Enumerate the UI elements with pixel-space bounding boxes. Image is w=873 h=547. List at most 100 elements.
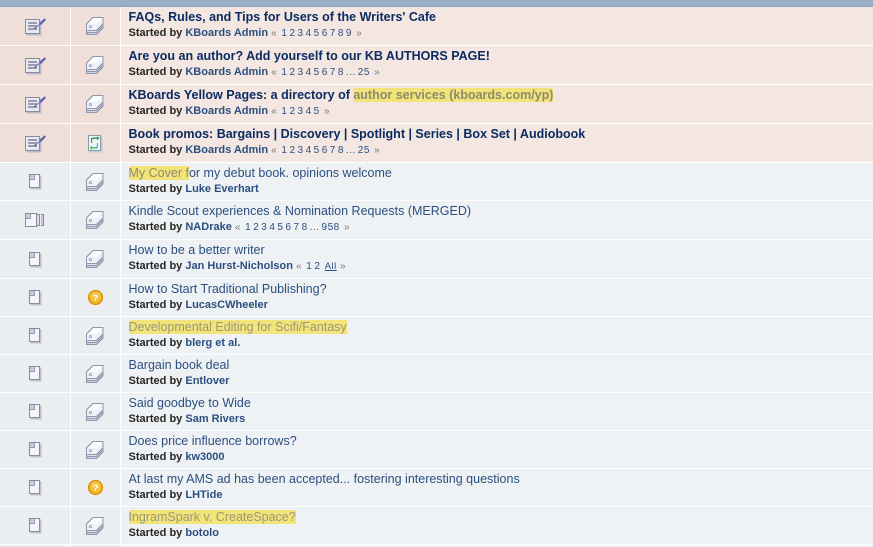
table-row[interactable]: Kindle Scout experiences & Nomination Re…: [0, 200, 873, 240]
pagination-page-link[interactable]: 5: [314, 145, 320, 156]
pagination-page-link[interactable]: 4: [306, 67, 312, 78]
pagination-page-link[interactable]: 8: [338, 28, 344, 39]
pagination-page-link[interactable]: 6: [322, 67, 328, 78]
topic-author-link[interactable]: kw3000: [185, 451, 224, 463]
page-icon: [27, 288, 43, 307]
pagination-page-link[interactable]: 9: [346, 28, 352, 39]
pagination-page-link[interactable]: 2: [289, 106, 295, 117]
topic-title-link[interactable]: Developmental Editing for Scifi/Fantasy: [128, 320, 347, 334]
pagination-page-link[interactable]: 6: [285, 222, 291, 233]
topic-title-link[interactable]: Are you an author? Add yourself to our K…: [129, 49, 490, 63]
pagination-page-link[interactable]: 1: [281, 145, 287, 156]
pagination-page-link[interactable]: 4: [306, 145, 312, 156]
topic-title-link[interactable]: Said goodbye to Wide: [129, 396, 251, 410]
table-row[interactable]: ? How to Start Traditional Publishing? Sta…: [0, 278, 873, 317]
pagination-page-link[interactable]: 1: [245, 222, 251, 233]
pagination-page-link[interactable]: 1: [281, 106, 287, 117]
pagination-page-link[interactable]: 2: [289, 67, 295, 78]
table-row[interactable]: How to be a better writer Started by Jan …: [0, 239, 873, 279]
topic-author-link[interactable]: Entlover: [185, 375, 229, 387]
table-row[interactable]: ? At last my AMS ad has been accepted... …: [0, 468, 873, 507]
topic-author-link[interactable]: Luke Everhart: [185, 183, 258, 195]
topic-started-line: Started by KBoards Admin « 12345 »: [129, 104, 873, 119]
pagination-page-link[interactable]: 7: [330, 67, 336, 78]
topic-list-page: FAQs, Rules, and Tips for Users of the W…: [0, 0, 873, 547]
pagination-page-link[interactable]: 8: [338, 67, 344, 78]
topic-title-link[interactable]: At last my AMS ad has been accepted... f…: [129, 472, 520, 486]
topic-title-link[interactable]: How to Start Traditional Publishing?: [129, 282, 327, 296]
pagination-page-link[interactable]: 4: [306, 106, 312, 117]
pagination-page-link[interactable]: 8: [302, 222, 308, 233]
pagination-page-link[interactable]: 2: [253, 222, 259, 233]
topic-title-link[interactable]: FAQs, Rules, and Tips for Users of the W…: [129, 10, 436, 24]
topic-author-link[interactable]: Sam Rivers: [185, 413, 245, 425]
pagination-page-link[interactable]: 3: [261, 222, 267, 233]
pagination-page-link[interactable]: 3: [298, 67, 304, 78]
topic-subject-line: Are you an author? Add yourself to our K…: [129, 49, 873, 64]
table-row[interactable]: Developmental Editing for Scifi/Fantasy S…: [0, 316, 873, 355]
pagination-page-link[interactable]: 8: [338, 145, 344, 156]
pagination-last-page-link[interactable]: 25: [358, 145, 370, 156]
topic-title-link[interactable]: Book promos: Bargains | Discovery | Spot…: [129, 127, 586, 141]
table-row[interactable]: FAQs, Rules, and Tips for Users of the W…: [0, 7, 873, 46]
topic-title-link[interactable]: IngramSpark v. CreateSpace?: [128, 510, 296, 524]
table-row[interactable]: Does price influence borrows? Started by …: [0, 430, 873, 469]
topic-started-line: Started by botolo: [129, 526, 873, 540]
topic-started-line: Started by Entlover: [129, 374, 873, 388]
page-icon: [27, 478, 43, 497]
topic-author-link[interactable]: Jan Hurst-Nicholson: [185, 260, 293, 272]
topic-title-link[interactable]: Bargain book deal: [129, 358, 230, 372]
topic-author-link[interactable]: NADrake: [185, 221, 231, 233]
table-row[interactable]: Are you an author? Add yourself to our K…: [0, 45, 873, 85]
pagination-page-link[interactable]: 2: [314, 261, 320, 272]
topic-title-text: At last my AMS ad has been accepted... f…: [128, 472, 520, 486]
table-row[interactable]: Book promos: Bargains | Discovery | Spot…: [0, 123, 873, 163]
pagination-page-link[interactable]: 5: [314, 106, 320, 117]
topic-status-cell: [0, 200, 71, 240]
pagination-page-link[interactable]: 2: [289, 145, 295, 156]
topic-author-link[interactable]: KBoards Admin: [185, 27, 268, 39]
pagination-page-link[interactable]: 3: [298, 28, 304, 39]
pagination-page-link[interactable]: 7: [294, 222, 300, 233]
topic-author-link[interactable]: botolo: [185, 527, 219, 539]
pagination-page-link[interactable]: 4: [269, 222, 275, 233]
topic-title-link[interactable]: KBoards Yellow Pages: a directory of aut…: [129, 88, 554, 102]
pagination-page-link[interactable]: 6: [322, 28, 328, 39]
topic-title-text: Said goodbye to Wide: [128, 396, 251, 410]
label-stack-icon: [83, 248, 107, 270]
topic-title-link[interactable]: Does price influence borrows?: [129, 434, 297, 448]
pagination-page-link[interactable]: 5: [314, 28, 320, 39]
table-row[interactable]: My Cover for my debut book. opinions wel…: [0, 162, 873, 201]
pagination-page-link[interactable]: 3: [298, 106, 304, 117]
pagination-page-link[interactable]: 4: [306, 28, 312, 39]
topic-author-link[interactable]: LHTide: [185, 489, 222, 501]
topic-author-link[interactable]: blerg et al.: [185, 337, 240, 349]
topic-status-cell: [0, 239, 71, 279]
topic-title-link[interactable]: How to be a better writer: [129, 243, 265, 257]
topic-author-link[interactable]: KBoards Admin: [185, 144, 268, 156]
pagination-page-link[interactable]: 2: [289, 28, 295, 39]
pagination-all-link[interactable]: All: [325, 261, 337, 272]
table-row[interactable]: KBoards Yellow Pages: a directory of aut…: [0, 84, 873, 124]
pagination-page-link[interactable]: 1: [281, 28, 287, 39]
topic-author-link[interactable]: LucasCWheeler: [185, 299, 268, 311]
pagination-page-link[interactable]: 5: [277, 222, 283, 233]
pagination-page-link[interactable]: 3: [298, 145, 304, 156]
topic-title-link[interactable]: Kindle Scout experiences & Nomination Re…: [129, 204, 472, 218]
topic-subject-cell: KBoards Yellow Pages: a directory of aut…: [120, 84, 873, 124]
pagination-page-link[interactable]: 6: [322, 145, 328, 156]
topic-author-link[interactable]: KBoards Admin: [185, 66, 268, 78]
pagination-ellipsis: ...: [345, 145, 356, 156]
table-row[interactable]: Said goodbye to Wide Started by Sam River…: [0, 392, 873, 431]
pagination-page-link[interactable]: 1: [306, 261, 312, 272]
topic-author-link[interactable]: KBoards Admin: [185, 105, 268, 117]
table-row[interactable]: IngramSpark v. CreateSpace? Started by bo…: [0, 506, 873, 545]
table-row[interactable]: Bargain book deal Started by Entlover: [0, 354, 873, 393]
pagination-page-link[interactable]: 7: [330, 145, 336, 156]
pagination-page-link[interactable]: 7: [330, 28, 336, 39]
pagination-page-link[interactable]: 1: [281, 67, 287, 78]
pagination-page-link[interactable]: 5: [314, 67, 320, 78]
pagination-last-page-link[interactable]: 958: [322, 222, 340, 233]
topic-title-link[interactable]: My Cover for my debut book. opinions wel…: [128, 166, 392, 180]
pagination-last-page-link[interactable]: 25: [358, 67, 370, 78]
